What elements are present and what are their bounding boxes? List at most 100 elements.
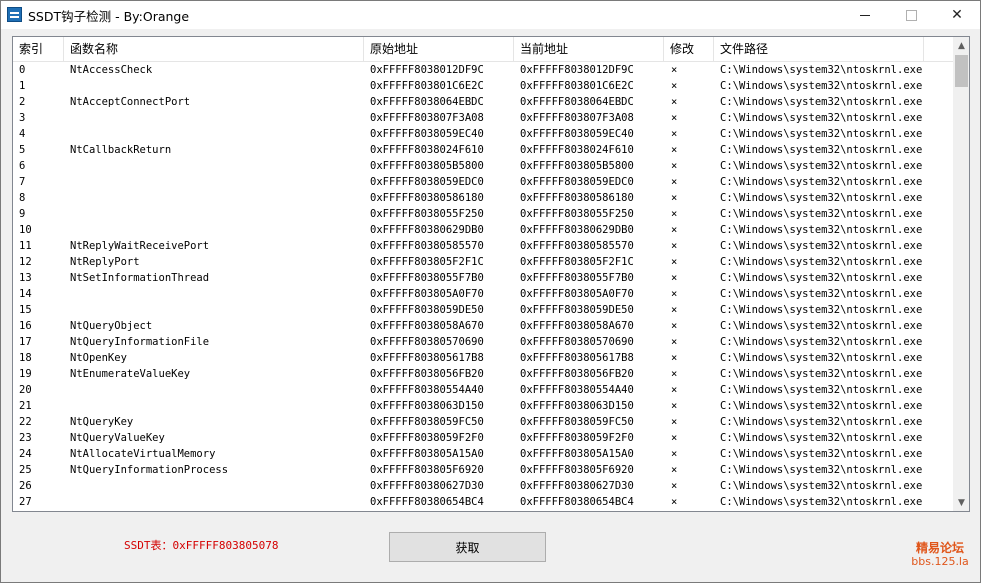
cell-function-name: NtReplyPort <box>70 256 140 268</box>
cell-modified: × <box>671 256 678 268</box>
cell-original-address: 0xFFFFF8038059EDC0 <box>370 176 484 188</box>
column-header-modified[interactable]: 修改 <box>664 37 714 61</box>
table-row[interactable]: 8 0xFFFFF80380586180 0xFFFFF80380586180 × C:… <box>13 190 954 206</box>
cell-original-address: 0xFFFFF80380627D30 <box>370 480 484 492</box>
cell-index: 22 <box>19 416 32 428</box>
minimize-button[interactable] <box>842 1 888 29</box>
cell-original-address: 0xFFFFF80380585570 <box>370 240 484 252</box>
cell-original-address: 0xFFFFF8038058A670 <box>370 320 484 332</box>
table-row[interactable]: 12 NtReplyPort 0xFFFFF803805F2F1C 0xFFFFF80… <box>13 254 954 270</box>
column-header-function-name[interactable]: 函数名称 <box>64 37 364 61</box>
table-row[interactable]: 21 0xFFFFF8038063D150 0xFFFFF8038063D150 × C… <box>13 398 954 414</box>
cell-original-address: 0xFFFFF8038059F2F0 <box>370 432 484 444</box>
cell-file-path: C:\Windows\system32\ntoskrnl.exe <box>720 384 923 396</box>
table-row[interactable]: 19 NtEnumerateValueKey 0xFFFFF8038056FB20 0… <box>13 366 954 382</box>
cell-file-path: C:\Windows\system32\ntoskrnl.exe <box>720 368 923 380</box>
table-row[interactable]: 18 NtOpenKey 0xFFFFF803805617B8 0xFFFFF8038… <box>13 350 954 366</box>
table-row[interactable]: 4 0xFFFFF8038059EC40 0xFFFFF8038059EC40 × C:… <box>13 126 954 142</box>
table-row[interactable]: 16 NtQueryObject 0xFFFFF8038058A670 0xFFFFF… <box>13 318 954 334</box>
close-button[interactable]: ✕ <box>934 1 980 29</box>
cell-index: 0 <box>19 64 26 76</box>
column-header-current-address[interactable]: 当前地址 <box>514 37 664 61</box>
column-header-index[interactable]: 索引 <box>13 37 64 61</box>
table-row[interactable]: 24 NtAllocateVirtualMemory 0xFFFFF803805A1… <box>13 446 954 462</box>
column-header-original-address[interactable]: 原始地址 <box>364 37 514 61</box>
cell-modified: × <box>671 240 678 252</box>
table-row[interactable]: 3 0xFFFFF803807F3A08 0xFFFFF803807F3A08 × C:… <box>13 110 954 126</box>
cell-file-path: C:\Windows\system32\ntoskrnl.exe <box>720 160 923 172</box>
cell-file-path: C:\Windows\system32\ntoskrnl.exe <box>720 64 923 76</box>
vertical-scrollbar[interactable]: ▲ ▼ <box>953 37 969 511</box>
cell-file-path: C:\Windows\system32\ntoskrnl.exe <box>720 112 923 124</box>
cell-index: 12 <box>19 256 32 268</box>
cell-index: 24 <box>19 448 32 460</box>
cell-original-address: 0xFFFFF8038055F7B0 <box>370 272 484 284</box>
table-row[interactable]: 10 0xFFFFF80380629DB0 0xFFFFF80380629DB0 × C… <box>13 222 954 238</box>
table-row[interactable]: 13 NtSetInformationThread 0xFFFFF8038055F7… <box>13 270 954 286</box>
scrollbar-thumb[interactable] <box>955 55 968 87</box>
cell-original-address: 0xFFFFF8038024F610 <box>370 144 484 156</box>
table-row[interactable]: 2 NtAcceptConnectPort 0xFFFFF8038064EBDC 0x… <box>13 94 954 110</box>
fetch-button[interactable]: 获取 <box>389 532 546 562</box>
cell-function-name: NtAllocateVirtualMemory <box>70 448 216 460</box>
cell-file-path: C:\Windows\system32\ntoskrnl.exe <box>720 80 923 92</box>
cell-function-name <box>64 78 364 94</box>
cell-modified: × <box>671 80 678 92</box>
table-row[interactable]: 1 0xFFFFF803801C6E2C 0xFFFFF803801C6E2C × C:… <box>13 78 954 94</box>
main-window: SSDT钩子检测 - By:Orange ✕ 索引 函数名称 原始地址 当前地址… <box>0 0 981 583</box>
cell-modified: × <box>671 304 678 316</box>
cell-index: 23 <box>19 432 32 444</box>
cell-modified: × <box>671 112 678 124</box>
cell-modified: × <box>671 464 678 476</box>
table-row[interactable]: 11 NtReplyWaitReceivePort 0xFFFFF803805855… <box>13 238 954 254</box>
cell-modified: × <box>671 416 678 428</box>
close-icon: ✕ <box>951 7 963 23</box>
cell-current-address: 0xFFFFF80380627D30 <box>520 480 634 492</box>
forum-watermark: 精易论坛 bbs.125.la <box>907 541 973 568</box>
cell-current-address: 0xFFFFF8038024F610 <box>520 144 634 156</box>
ssdt-list-view[interactable]: 索引 函数名称 原始地址 当前地址 修改 文件路径 0 NtAccessCheck… <box>12 36 970 512</box>
cell-modified: × <box>671 192 678 204</box>
cell-current-address: 0xFFFFF8038059F2F0 <box>520 432 634 444</box>
cell-original-address: 0xFFFFF80380554A40 <box>370 384 484 396</box>
cell-file-path: C:\Windows\system32\ntoskrnl.exe <box>720 480 923 492</box>
cell-index: 4 <box>19 128 26 140</box>
table-row[interactable]: 7 0xFFFFF8038059EDC0 0xFFFFF8038059EDC0 × C:… <box>13 174 954 190</box>
watermark-line1: 精易论坛 <box>915 541 964 555</box>
cell-file-path: C:\Windows\system32\ntoskrnl.exe <box>720 128 923 140</box>
cell-function-name <box>64 302 364 318</box>
cell-function-name: NtAccessCheck <box>70 64 153 76</box>
table-row[interactable]: 23 NtQueryValueKey 0xFFFFF8038059F2F0 0xFFF… <box>13 430 954 446</box>
table-row[interactable]: 22 NtQueryKey 0xFFFFF8038059FC50 0xFFFFF803… <box>13 414 954 430</box>
table-row[interactable]: 26 0xFFFFF80380627D30 0xFFFFF80380627D30 × C… <box>13 478 954 494</box>
cell-index: 16 <box>19 320 32 332</box>
table-row[interactable]: 9 0xFFFFF8038055F250 0xFFFFF8038055F250 × C:… <box>13 206 954 222</box>
ssdt-address-label: SSDT表：0xFFFFF803805078 <box>124 539 279 552</box>
table-row[interactable]: 15 0xFFFFF8038059DE50 0xFFFFF8038059DE50 × C… <box>13 302 954 318</box>
cell-function-name: NtEnumerateValueKey <box>70 368 191 380</box>
cell-original-address: 0xFFFFF803805A0F70 <box>370 288 484 300</box>
cell-index: 20 <box>19 384 32 396</box>
table-row[interactable]: 0 NtAccessCheck 0xFFFFF8038012DF9C 0xFFFFF8… <box>13 62 954 78</box>
table-row[interactable]: 5 NtCallbackReturn 0xFFFFF8038024F610 0xFFF… <box>13 142 954 158</box>
cell-modified: × <box>671 288 678 300</box>
cell-current-address: 0xFFFFF8038059DE50 <box>520 304 634 316</box>
cell-current-address: 0xFFFFF80380629DB0 <box>520 224 634 236</box>
scroll-down-icon[interactable]: ▼ <box>953 494 969 511</box>
table-row[interactable]: 14 0xFFFFF803805A0F70 0xFFFFF803805A0F70 × C… <box>13 286 954 302</box>
cell-original-address: 0xFFFFF803805F6920 <box>370 464 484 476</box>
table-row[interactable]: 20 0xFFFFF80380554A40 0xFFFFF80380554A40 × C… <box>13 382 954 398</box>
table-row[interactable]: 6 0xFFFFF803805B5800 0xFFFFF803805B5800 × C:… <box>13 158 954 174</box>
cell-index: 2 <box>19 96 26 108</box>
table-row[interactable]: 17 NtQueryInformationFile 0xFFFFF803805706… <box>13 334 954 350</box>
cell-index: 21 <box>19 400 32 412</box>
title-bar[interactable]: SSDT钩子检测 - By:Orange ✕ <box>1 1 980 29</box>
table-row[interactable]: 27 0xFFFFF80380654BC4 0xFFFFF80380654BC4 × C… <box>13 494 954 510</box>
table-row[interactable]: 25 NtQueryInformationProcess 0xFFFFF803805… <box>13 462 954 478</box>
cell-file-path: C:\Windows\system32\ntoskrnl.exe <box>720 256 923 268</box>
cell-function-name <box>64 110 364 126</box>
scroll-up-icon[interactable]: ▲ <box>953 37 969 54</box>
cell-current-address: 0xFFFFF8038058A670 <box>520 320 634 332</box>
column-header-file-path[interactable]: 文件路径 <box>714 37 924 61</box>
cell-original-address: 0xFFFFF8038055F250 <box>370 208 484 220</box>
